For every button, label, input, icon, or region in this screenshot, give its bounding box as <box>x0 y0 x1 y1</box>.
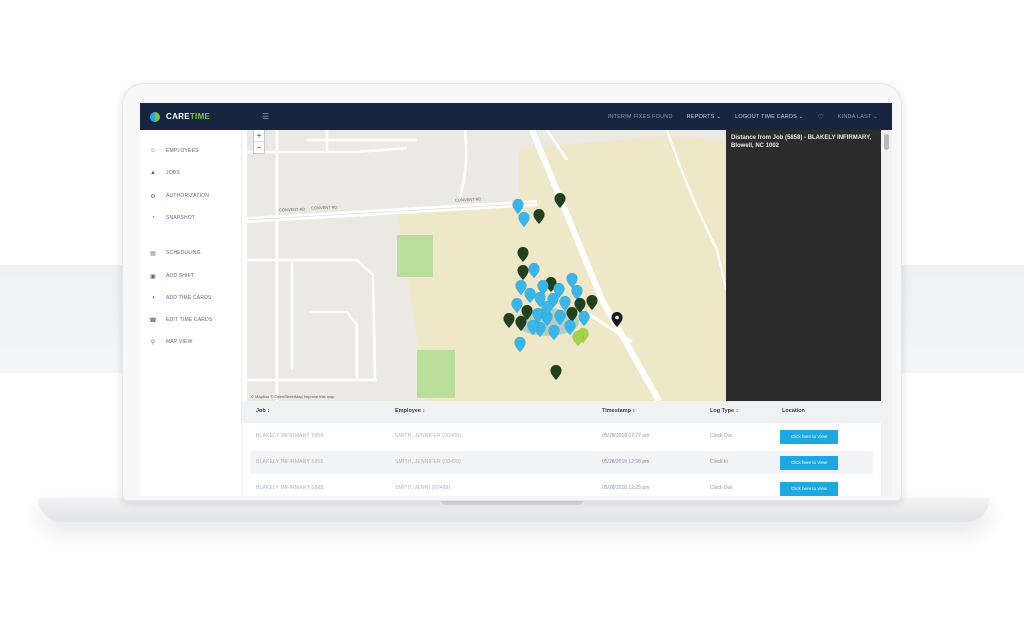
clock-icon: ◔ <box>151 215 155 221</box>
brand-logo[interactable]: CARETIME <box>150 111 250 122</box>
map-view[interactable]: + − © Mapbox © OpenStreetMap Improve thi… <box>247 130 726 401</box>
sidebar-item-label: ADD TIME CARDS <box>166 295 212 301</box>
column-header-location: Location <box>782 408 805 414</box>
zoom-out-button[interactable]: − <box>254 141 264 152</box>
cell-employee: SMITH, JENNI (00499) <box>395 485 451 491</box>
cell-job: BLAKELY INFIRMARY 5858 <box>256 459 324 465</box>
map-pin-icon: ⚲ <box>150 339 156 346</box>
page-scrollbar[interactable] <box>881 130 892 496</box>
sidebar-item-label: MAP VIEW <box>166 339 193 345</box>
green-area <box>417 350 455 398</box>
column-header-job[interactable]: Job ↕ <box>256 408 270 414</box>
cell-job: BLAKELY INFIRMARY 5888 <box>256 485 324 491</box>
column-header-timestamp[interactable]: Timestamp ↕ <box>602 408 635 414</box>
scrollbar-thumb[interactable] <box>884 134 889 150</box>
brand-name: CARETIME <box>166 112 211 121</box>
app-screen: CARETIME ☰ INTERIM FIXES FOUND REPORTS ⌄… <box>140 103 892 496</box>
gear-icon: ⚙ <box>150 193 156 200</box>
phone-icon: ☎ <box>149 317 157 324</box>
zoom-in-button[interactable]: + <box>254 130 264 141</box>
distance-info-panel: Distance from Job (5858) - BLAKELY INFIR… <box>726 130 881 401</box>
sidebar-item-snapshot[interactable]: ◔ SNAPSHOT <box>149 213 195 223</box>
street-label: CONVENT RD <box>278 206 306 213</box>
nav-link-reports[interactable]: REPORTS ⌄ <box>687 114 721 120</box>
sidebar-item-add-time-cards[interactable]: ◑ ADD TIME CARDS <box>149 293 212 303</box>
pin-center-dot <box>615 315 619 320</box>
table-row: BLAKELY INFIRMARY 5888 SMITH, JENNI (004… <box>250 477 873 496</box>
sidebar: ☺ EMPLOYEES ▲ JOBS ⚙ AUTHORIZATION ◔ SNA… <box>140 130 242 496</box>
sidebar-item-employees[interactable]: ☺ EMPLOYEES <box>149 146 199 156</box>
sidebar-item-map-view[interactable]: ⚲ MAP VIEW <box>149 337 193 347</box>
table-header: Job ↕ Employee ↕ Timestamp ↕ Log Type ↕ … <box>242 401 881 423</box>
cell-log-type: Clock Out <box>710 485 732 491</box>
cell-timestamp: 05/28/2018 07:27 pm <box>602 433 650 439</box>
column-header-employee[interactable]: Employee ↕ <box>395 408 425 414</box>
cell-job: BLAKELY INFIRMARY 5858 <box>256 433 324 439</box>
person-icon: ▲ <box>150 170 156 176</box>
calendar-icon: ▤ <box>150 250 156 257</box>
nav-link-interim[interactable]: INTERIM FIXES FOUND <box>608 114 673 120</box>
marketing-stage: CARETIME ☰ INTERIM FIXES FOUND REPORTS ⌄… <box>0 0 1024 623</box>
heart-icon[interactable]: ♡ <box>817 113 823 121</box>
time-log-table: Job ↕ Employee ↕ Timestamp ↕ Log Type ↕ … <box>242 401 881 496</box>
view-location-button[interactable]: Click here to View <box>780 482 838 496</box>
sidebar-item-label: AUTHORIZATION <box>166 193 210 199</box>
sidebar-item-authorization[interactable]: ⚙ AUTHORIZATION <box>149 191 209 201</box>
menu-icon[interactable]: ☰ <box>262 112 269 121</box>
calendar-plus-icon: ▣ <box>150 273 156 280</box>
cell-log-type: Clock In <box>710 459 729 465</box>
cell-timestamp: 05/28/2018 12:56 pm <box>602 459 650 465</box>
map-canvas <box>247 130 726 401</box>
view-location-button[interactable]: Click here to View <box>780 430 838 444</box>
green-area <box>397 235 433 277</box>
map-attribution[interactable]: © Mapbox © OpenStreetMap Improve this ma… <box>251 394 335 399</box>
top-navbar: CARETIME ☰ INTERIM FIXES FOUND REPORTS ⌄… <box>140 103 892 130</box>
sidebar-item-label: SNAPSHOT <box>166 215 196 221</box>
cell-employee: SMITH, JENNIFER (00499) <box>395 433 462 439</box>
clock-add-icon: ◑ <box>151 295 155 301</box>
sidebar-item-label: ADD SHIFT <box>166 273 195 279</box>
zoom-control: + − <box>253 130 265 154</box>
cell-log-type: Clock Out <box>710 433 732 439</box>
nav-links: INTERIM FIXES FOUND REPORTS ⌄ LOGOUT TIM… <box>608 113 892 121</box>
sidebar-item-label: EDIT TIME CARDS <box>166 317 213 323</box>
info-panel-title: Distance from Job (5858) - BLAKELY INFIR… <box>731 135 872 149</box>
sidebar-item-add-shift[interactable]: ▣ ADD SHIFT <box>149 271 194 281</box>
nav-link-time-cards[interactable]: LOGOUT TIME CARDS ⌄ <box>735 114 803 120</box>
sidebar-item-jobs[interactable]: ▲ JOBS <box>149 168 180 178</box>
cell-timestamp: 05/28/2018 12:25 pm <box>602 485 650 491</box>
street-label: CONVENT RD <box>310 204 338 211</box>
user-icon: ☺ <box>149 148 157 154</box>
view-location-button[interactable]: Click here to View <box>780 456 838 470</box>
column-header-log-type[interactable]: Log Type ↕ <box>710 408 738 414</box>
table-row: BLAKELY INFIRMARY 5858 SMITH, JENNIFER (… <box>250 451 873 474</box>
sidebar-item-edit-time-cards[interactable]: ☎ EDIT TIME CARDS <box>149 315 212 325</box>
sidebar-item-label: SCHEDULING <box>166 250 201 256</box>
sidebar-item-label: JOBS <box>166 170 180 176</box>
user-menu[interactable]: KINDA LAST ⌄ <box>838 114 878 120</box>
logo-mark-icon <box>150 111 160 122</box>
table-row: BLAKELY INFIRMARY 5858 SMITH, JENNIFER (… <box>250 425 873 448</box>
sidebar-item-scheduling[interactable]: ▤ SCHEDULING <box>149 248 201 258</box>
sidebar-item-label: EMPLOYEES <box>166 148 199 154</box>
cell-employee: SMITH, JENNIFER (00499) <box>395 459 462 465</box>
